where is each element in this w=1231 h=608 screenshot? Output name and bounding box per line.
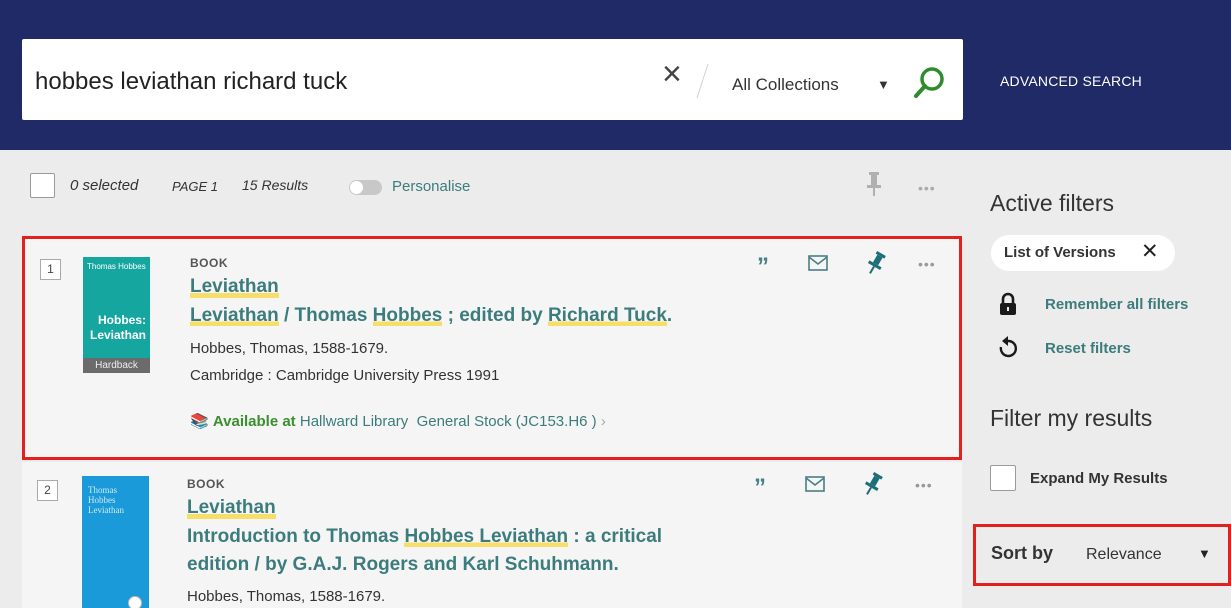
book-cover-image[interactable]: Thomas Hobbes Leviathan — [82, 476, 149, 608]
clear-search-icon[interactable]: × — [662, 57, 682, 91]
pin-record-icon[interactable] — [863, 471, 883, 497]
chevron-down-icon[interactable]: ▼ — [877, 77, 890, 92]
subtitle-part: . — [666, 305, 673, 326]
more-actions-icon[interactable]: ••• — [915, 477, 933, 493]
active-filters-heading: Active filters — [990, 190, 1114, 216]
record-publisher: Cambridge : Cambridge University Press 1… — [190, 367, 500, 384]
more-options-icon[interactable]: ••• — [918, 180, 936, 196]
subtitle-part: Introduction to Thomas — [187, 526, 405, 547]
citation-icon[interactable]: ” — [754, 476, 766, 500]
page-indicator: PAGE 1 — [172, 179, 219, 194]
reset-icon[interactable] — [998, 336, 1018, 358]
cover-logo — [128, 596, 142, 608]
book-cover-image[interactable]: Thomas Hobbes Hobbes: Leviathan Hardback — [83, 257, 150, 373]
result-number: 2 — [37, 480, 58, 501]
availability-location: General Stock (JC153.H6 ) — [416, 413, 597, 430]
active-filter-chip[interactable]: List of Versions ✕ — [991, 235, 1175, 271]
sort-by-label: Sort by — [991, 543, 1054, 563]
results-count: 15 Results — [242, 177, 309, 193]
cover-text: Thomas Hobbes Leviathan — [88, 485, 124, 515]
record-title[interactable]: Leviathan — [187, 497, 276, 519]
pin-icon[interactable] — [865, 170, 883, 198]
email-icon[interactable] — [805, 476, 825, 492]
header-bar: hobbes leviathan richard tuck × All Coll… — [0, 0, 1231, 150]
subtitle-part: / Thomas — [278, 305, 373, 326]
subtitle-part: Hobbes Leviathan — [404, 526, 569, 547]
cover-line3: Leviathan — [88, 505, 124, 515]
cover-title-line1: Hobbes: — [98, 313, 146, 327]
availability-status: Available at — [212, 413, 296, 430]
availability-library: Hallward Library — [299, 413, 409, 430]
sort-by-control[interactable]: Sort by Relevance ▼ — [973, 524, 1231, 586]
reset-filters-link[interactable]: Reset filters — [1045, 340, 1131, 357]
record-author: Hobbes, Thomas, 1588-1679. — [190, 340, 389, 357]
result-record-2[interactable]: 2 Thomas Hobbes Leviathan BOOK Leviathan… — [22, 462, 962, 608]
lock-icon[interactable] — [998, 292, 1018, 316]
expand-results-label[interactable]: Expand My Results — [1030, 470, 1168, 487]
sort-select[interactable]: Relevance — [1086, 546, 1162, 564]
result-number: 1 — [40, 259, 61, 280]
more-actions-icon[interactable]: ••• — [918, 256, 936, 272]
citation-icon[interactable]: ” — [757, 255, 769, 279]
collection-select[interactable]: All Collections — [732, 75, 839, 95]
filter-chip-label: List of Versions — [1004, 244, 1116, 261]
availability-line[interactable]: 📚 Available at Hallward Library General … — [190, 412, 606, 430]
subtitle-part: : a critical — [568, 526, 663, 547]
cover-line1: Thomas — [88, 485, 117, 495]
record-type: BOOK — [187, 477, 225, 491]
close-icon[interactable]: ✕ — [1141, 241, 1159, 262]
record-subtitle[interactable]: Introduction to Thomas Hobbes Leviathan … — [187, 526, 662, 548]
cover-band: Hardback — [83, 358, 150, 373]
search-box[interactable]: hobbes leviathan richard tuck × All Coll… — [22, 39, 963, 120]
record-author: Hobbes, Thomas, 1588-1679. — [187, 588, 386, 605]
record-subtitle[interactable]: Leviathan / Thomas Hobbes ; edited by Ri… — [190, 305, 672, 327]
advanced-search-link[interactable]: ADVANCED SEARCH — [1000, 73, 1142, 89]
record-type: BOOK — [190, 256, 228, 270]
record-title[interactable]: Leviathan — [190, 276, 279, 298]
selected-count: 0 selected — [70, 177, 139, 194]
search-divider — [696, 63, 709, 99]
book-shelf-icon: 📚 — [190, 413, 213, 430]
record-subtitle-line2[interactable]: edition / by G.A.J. Rogers and Karl Schu… — [187, 554, 619, 576]
chevron-right-icon: › — [600, 413, 606, 430]
remember-filters-link[interactable]: Remember all filters — [1045, 296, 1188, 313]
chevron-down-icon[interactable]: ▼ — [1198, 546, 1211, 561]
expand-results-checkbox[interactable] — [990, 465, 1016, 491]
select-all-checkbox[interactable] — [30, 173, 55, 198]
personalise-toggle[interactable] — [349, 180, 382, 195]
search-icon[interactable] — [912, 65, 948, 101]
subtitle-part: Leviathan — [190, 305, 279, 326]
subtitle-part: ; edited by — [442, 305, 548, 326]
email-icon[interactable] — [808, 255, 828, 271]
filter-results-heading: Filter my results — [990, 405, 1153, 431]
toggle-knob — [350, 181, 363, 194]
cover-author-text: Thomas Hobbes — [87, 262, 146, 271]
cover-line2: Hobbes — [88, 495, 116, 505]
search-input[interactable]: hobbes leviathan richard tuck — [35, 68, 347, 96]
subtitle-part: Hobbes — [372, 305, 443, 326]
personalise-label[interactable]: Personalise — [392, 178, 470, 195]
cover-title-line2: Leviathan — [89, 328, 146, 342]
cover-title: Hobbes: Leviathan — [90, 313, 146, 343]
subtitle-part: Richard Tuck — [547, 305, 667, 326]
pin-record-icon[interactable] — [866, 250, 886, 276]
result-record-1[interactable]: 1 Thomas Hobbes Hobbes: Leviathan Hardba… — [22, 236, 962, 460]
